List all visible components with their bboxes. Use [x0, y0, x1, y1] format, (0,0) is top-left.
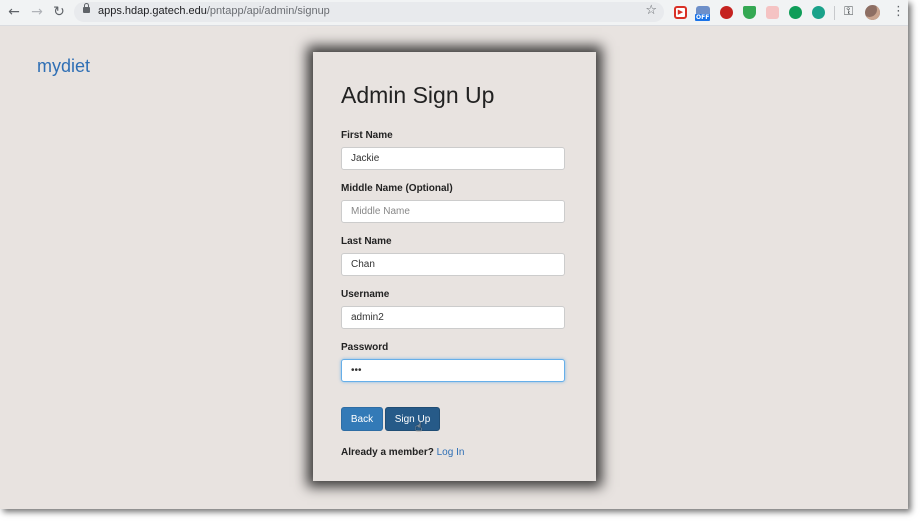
password-field[interactable]: [341, 359, 565, 382]
member-text: Already a member?: [341, 447, 434, 458]
key-icon[interactable]: ⚿: [844, 4, 853, 19]
browser-toolbar: ← → ↻ apps.hdap.gatech.edu/pntapp/api/ad…: [0, 0, 908, 26]
first-name-label: First Name: [341, 130, 393, 141]
username-field[interactable]: [341, 306, 565, 329]
last-name-label: Last Name: [341, 236, 392, 247]
brand-link[interactable]: mydiet: [37, 56, 90, 77]
toolbar-separator: [834, 6, 835, 20]
log-in-link[interactable]: Log In: [437, 447, 465, 458]
extension-shield-icon[interactable]: [743, 6, 756, 19]
last-name-field[interactable]: [341, 253, 565, 276]
browser-window: ← → ↻ apps.hdap.gatech.edu/pntapp/api/ad…: [0, 0, 908, 509]
address-bar[interactable]: apps.hdap.gatech.edu/pntapp/api/admin/si…: [74, 2, 664, 22]
sign-up-button[interactable]: Sign Up: [385, 407, 440, 431]
forward-arrow-icon[interactable]: →: [29, 4, 45, 20]
extension-badge-icon[interactable]: OFF: [695, 6, 711, 21]
middle-name-field[interactable]: [341, 200, 565, 223]
signup-card: Admin Sign Up First Name Middle Name (Op…: [313, 52, 596, 481]
extension-badge-text: OFF: [695, 14, 711, 21]
extension-calendar-icon[interactable]: [766, 6, 779, 19]
reload-icon[interactable]: ↻: [51, 4, 67, 20]
login-prompt: Already a member? Log In: [341, 447, 464, 458]
extension-record-icon[interactable]: ▶: [674, 6, 687, 19]
extension-red-icon[interactable]: [720, 6, 733, 19]
first-name-field[interactable]: [341, 147, 565, 170]
hand-pointer-cursor-icon: ☝: [415, 420, 423, 434]
extension-sync-icon[interactable]: [812, 6, 825, 19]
url-text[interactable]: apps.hdap.gatech.edu/pntapp/api/admin/si…: [98, 5, 330, 17]
menu-dots-icon[interactable]: ⋮: [892, 4, 905, 20]
lock-icon[interactable]: [83, 3, 90, 13]
password-label: Password: [341, 342, 389, 353]
back-arrow-icon[interactable]: ←: [6, 4, 22, 20]
middle-name-label: Middle Name (Optional): [341, 183, 453, 194]
username-label: Username: [341, 289, 390, 300]
page-title: Admin Sign Up: [341, 82, 495, 108]
profile-avatar[interactable]: [865, 5, 880, 20]
bookmark-star-icon[interactable]: ☆: [645, 3, 657, 18]
extension-grammarly-icon[interactable]: [789, 6, 802, 19]
back-button[interactable]: Back: [341, 407, 383, 431]
